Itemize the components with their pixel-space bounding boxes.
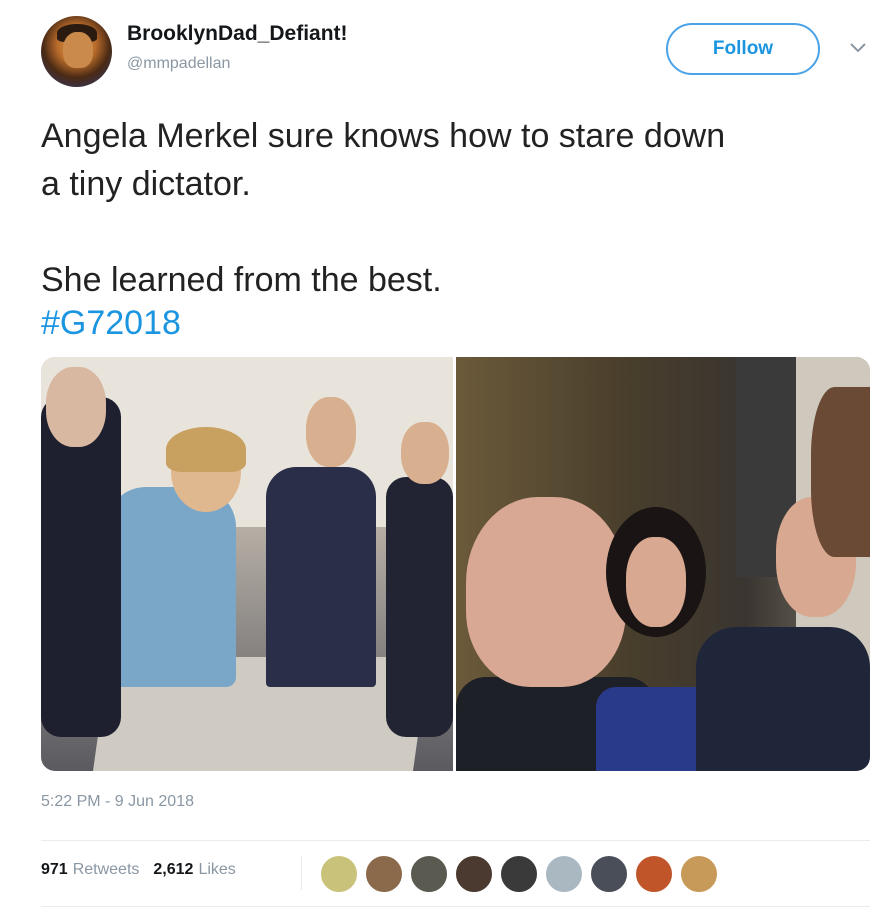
retweets-count: 971 [41,861,68,878]
liker-avatar-7[interactable] [590,855,628,893]
liker-avatar-6[interactable] [545,855,583,893]
follow-button[interactable]: Follow [666,23,820,75]
chevron-down-icon[interactable] [847,40,869,56]
liker-avatar-2[interactable] [365,855,403,893]
liker-avatar-9[interactable] [680,855,718,893]
hashtag-link[interactable]: #G72018 [41,300,181,346]
retweets-label: Retweets [72,861,140,878]
divider [41,840,870,841]
liker-avatar-3[interactable] [410,855,448,893]
liker-avatars [320,855,725,893]
avatar-face [63,32,93,68]
liker-avatar-8[interactable] [635,855,673,893]
tweet-text: Angela Merkel sure knows how to stare do… [41,117,726,299]
photo-g7-summit[interactable] [41,357,453,771]
liker-avatar-5[interactable] [500,855,538,893]
likes-label: Likes [198,861,236,878]
divider [41,906,870,907]
user-avatar[interactable] [41,16,112,87]
liker-avatar-1[interactable] [320,855,358,893]
tweet-stats: 971 Retweets 2,612 Likes [41,861,236,879]
tweet-timestamp[interactable]: 5:22 PM - 9 Jun 2018 [41,793,194,811]
tweet-photos [41,357,870,771]
display-name[interactable]: BrooklynDad_Defiant! [127,22,348,46]
retweets-stat[interactable]: 971 Retweets [41,861,139,879]
photo-putin-obama[interactable] [456,357,870,771]
likes-stat[interactable]: 2,612 Likes [153,861,235,879]
likes-count: 2,612 [153,861,194,878]
liker-avatar-4[interactable] [455,855,493,893]
user-handle[interactable]: @mmpadellan [127,55,230,73]
stats-separator [301,856,302,890]
